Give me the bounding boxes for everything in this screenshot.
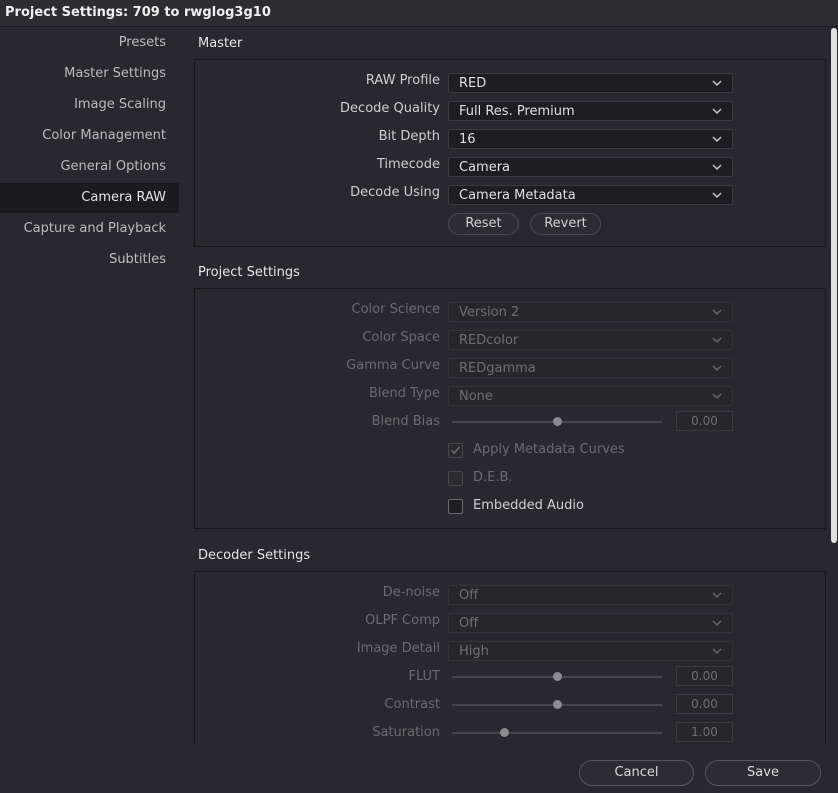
decode-using-dropdown[interactable]: Camera Metadata (448, 185, 733, 205)
chevron-down-icon (712, 136, 722, 143)
color-space-dropdown[interactable]: REDcolor (448, 330, 733, 350)
gamma-curve-dropdown[interactable]: REDgamma (448, 358, 733, 378)
denoise-dropdown[interactable]: Off (448, 585, 733, 605)
apply-metadata-curves-checkbox[interactable] (448, 443, 463, 458)
master-group: RAW Profile RED Decode Quality Full Res.… (194, 59, 826, 247)
blend-bias-value-field[interactable]: 0.00 (676, 411, 733, 431)
decoder-settings-section-header: Decoder Settings (198, 548, 311, 563)
embedded-audio-checkbox[interactable] (448, 499, 463, 514)
image-detail-dropdown[interactable]: High (448, 641, 733, 661)
reset-button[interactable]: Reset (448, 213, 519, 235)
saturation-slider-thumb[interactable] (500, 728, 509, 737)
color-science-label: Color Science (351, 302, 440, 317)
contrast-slider-thumb[interactable] (552, 700, 562, 709)
olpf-comp-dropdown[interactable]: Off (448, 613, 733, 633)
blend-type-value: None (459, 389, 493, 404)
chevron-down-icon (712, 337, 722, 344)
sidebar-item-image-scaling[interactable]: Image Scaling (0, 91, 179, 119)
denoise-value: Off (459, 588, 479, 603)
chevron-down-icon (712, 80, 722, 87)
image-detail-label: Image Detail (356, 641, 440, 656)
raw-profile-label: RAW Profile (365, 73, 440, 88)
decoder-settings-group: De-noise Off OLPF Comp Off Image Detail … (194, 571, 826, 744)
chevron-down-icon (712, 620, 722, 627)
sidebar-item-subtitles[interactable]: Subtitles (0, 246, 179, 274)
chevron-down-icon (712, 365, 722, 372)
project-settings-section-header: Project Settings (198, 265, 300, 280)
saturation-label: Saturation (372, 725, 440, 740)
master-section-header: Master (198, 36, 243, 51)
contrast-label: Contrast (384, 697, 440, 712)
decode-using-value: Camera Metadata (459, 188, 576, 203)
settings-panel: Master RAW Profile RED Decode Quality Fu… (179, 28, 829, 744)
gamma-curve-label: Gamma Curve (346, 358, 440, 373)
saturation-slider[interactable] (452, 732, 662, 734)
timecode-dropdown[interactable]: Camera (448, 157, 733, 177)
chevron-down-icon (712, 592, 722, 599)
contrast-value-field[interactable]: 0.00 (676, 694, 733, 714)
decode-quality-dropdown[interactable]: Full Res. Premium (448, 101, 733, 121)
bit-depth-label: Bit Depth (378, 129, 440, 144)
decode-using-label: Decode Using (350, 185, 440, 200)
image-detail-value: High (459, 644, 489, 659)
window-title: Project Settings: 709 to rwglog3g10 (5, 5, 271, 20)
saturation-value-field[interactable]: 1.00 (676, 722, 733, 742)
sidebar-item-color-management[interactable]: Color Management (0, 122, 179, 150)
deb-label: D.E.B. (473, 470, 513, 485)
chevron-down-icon (712, 192, 722, 199)
decode-quality-value: Full Res. Premium (459, 104, 575, 119)
cancel-button[interactable]: Cancel (579, 760, 694, 786)
olpf-comp-label: OLPF Comp (365, 613, 440, 628)
flut-label: FLUT (408, 669, 440, 684)
sidebar-item-capture-and-playback[interactable]: Capture and Playback (0, 215, 179, 243)
color-science-value: Version 2 (459, 305, 520, 320)
raw-profile-dropdown[interactable]: RED (448, 73, 733, 93)
revert-button[interactable]: Revert (530, 213, 601, 235)
gamma-curve-value: REDgamma (459, 361, 536, 376)
olpf-comp-value: Off (459, 616, 479, 631)
raw-profile-value: RED (459, 76, 487, 91)
blend-type-label: Blend Type (368, 386, 440, 401)
checkmark-icon (451, 446, 460, 455)
title-bar: Project Settings: 709 to rwglog3g10 (0, 0, 838, 27)
sidebar: Presets Master Settings Image Scaling Co… (0, 28, 179, 793)
denoise-label: De-noise (382, 585, 440, 600)
bit-depth-value: 16 (459, 132, 476, 147)
embedded-audio-label: Embedded Audio (473, 498, 584, 513)
blend-type-dropdown[interactable]: None (448, 386, 733, 406)
sidebar-item-general-options[interactable]: General Options (0, 153, 179, 181)
color-space-value: REDcolor (459, 333, 519, 348)
chevron-down-icon (712, 393, 722, 400)
color-science-dropdown[interactable]: Version 2 (448, 302, 733, 322)
chevron-down-icon (712, 108, 722, 115)
color-space-label: Color Space (362, 330, 440, 345)
sidebar-item-presets[interactable]: Presets (0, 29, 179, 57)
chevron-down-icon (712, 648, 722, 655)
deb-checkbox[interactable] (448, 471, 463, 486)
scrollbar-thumb[interactable] (831, 28, 837, 543)
save-button[interactable]: Save (705, 760, 821, 786)
flut-value-field[interactable]: 0.00 (676, 666, 733, 686)
chevron-down-icon (712, 309, 722, 316)
blend-bias-slider-thumb[interactable] (552, 417, 562, 426)
apply-metadata-curves-label: Apply Metadata Curves (473, 442, 625, 457)
decode-quality-label: Decode Quality (340, 101, 440, 116)
chevron-down-icon (712, 164, 722, 171)
timecode-label: Timecode (376, 157, 440, 172)
dialog-footer: Cancel Save (0, 744, 838, 793)
sidebar-item-camera-raw[interactable]: Camera RAW (0, 183, 179, 213)
timecode-value: Camera (459, 160, 511, 175)
project-settings-group: Color Science Version 2 Color Space REDc… (194, 288, 826, 529)
bit-depth-dropdown[interactable]: 16 (448, 129, 733, 149)
sidebar-item-master-settings[interactable]: Master Settings (0, 60, 179, 88)
flut-slider-thumb[interactable] (552, 672, 562, 681)
blend-bias-label: Blend Bias (371, 414, 440, 429)
